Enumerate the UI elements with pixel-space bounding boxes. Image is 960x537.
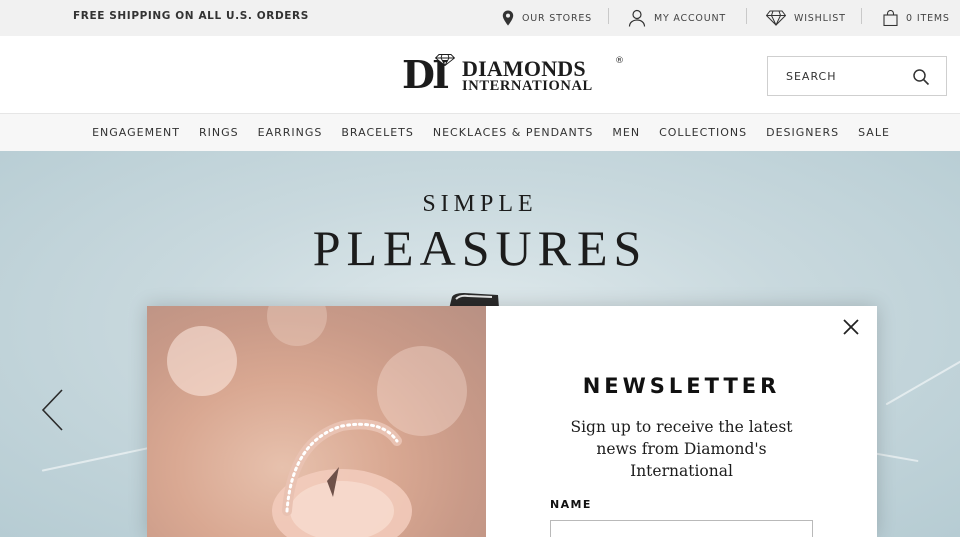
- search-input[interactable]: [768, 57, 908, 95]
- rose-gold-ring: [272, 419, 412, 537]
- diamonds-international-logo[interactable]: DI DIAMONDS INTERNATIONAL ®: [402, 54, 624, 97]
- diamond-icon: [766, 10, 786, 26]
- newsletter-title: NEWSLETTER: [582, 374, 781, 398]
- close-icon[interactable]: [842, 318, 860, 336]
- nav-designers[interactable]: DESIGNERS: [766, 126, 839, 139]
- user-icon: [628, 9, 646, 27]
- logo-word-diamonds: DIAMONDS: [462, 56, 586, 81]
- logo-diamond-icon: [435, 54, 455, 66]
- name-field-label: NAME: [550, 498, 592, 511]
- newsletter-modal: NEWSLETTER Sign up to receive the latest…: [147, 306, 877, 537]
- hero-title-line1: SIMPLE: [422, 191, 538, 217]
- divider: [746, 8, 747, 24]
- nav-earrings[interactable]: EARRINGS: [258, 126, 323, 139]
- nav-bracelets[interactable]: BRACELETS: [341, 126, 414, 139]
- modal-ring-photo: [147, 306, 486, 537]
- our-stores-label: OUR STORES: [522, 12, 592, 24]
- hero-title-line2: PLEASURES: [312, 220, 648, 276]
- nav-sale[interactable]: SALE: [858, 126, 890, 139]
- map-pin-icon: [502, 10, 514, 26]
- nav-engagement[interactable]: ENGAGEMENT: [92, 126, 180, 139]
- name-field[interactable]: [550, 520, 813, 537]
- cart-label: ITEMS: [916, 12, 950, 24]
- nav-necklaces-pendants[interactable]: NECKLACES & PENDANTS: [433, 126, 594, 139]
- search-icon[interactable]: [912, 68, 930, 86]
- utility-bar: FREE SHIPPING ON ALL U.S. ORDERS OUR STO…: [0, 0, 960, 36]
- my-account-link[interactable]: MY ACCOUNT: [628, 0, 726, 36]
- wishlist-link[interactable]: WISHLIST: [766, 0, 846, 36]
- logo-registered-mark: ®: [615, 56, 624, 66]
- chevron-left-icon[interactable]: [38, 387, 68, 433]
- search-box: [767, 56, 947, 96]
- nav-men[interactable]: MEN: [612, 126, 640, 139]
- divider: [861, 8, 862, 24]
- our-stores-link[interactable]: OUR STORES: [502, 0, 592, 36]
- site-header: DI DIAMONDS INTERNATIONAL ®: [0, 36, 960, 114]
- bokeh: [167, 326, 237, 396]
- bokeh: [267, 306, 327, 346]
- nav-collections[interactable]: COLLECTIONS: [659, 126, 747, 139]
- wishlist-label: WISHLIST: [794, 12, 846, 24]
- newsletter-description: Sign up to receive the latest news from …: [570, 418, 793, 480]
- hero-light-streak: [885, 358, 960, 406]
- free-shipping-banner: FREE SHIPPING ON ALL U.S. ORDERS: [73, 10, 309, 22]
- cart-count: 0: [906, 12, 913, 24]
- divider: [608, 8, 609, 24]
- shopping-bag-icon: [883, 10, 898, 26]
- my-account-label: MY ACCOUNT: [654, 12, 726, 24]
- logo-word-international: INTERNATIONAL: [462, 78, 593, 94]
- main-navigation: ENGAGEMENT RINGS EARRINGS BRACELETS NECK…: [0, 114, 960, 151]
- nav-rings[interactable]: RINGS: [199, 126, 239, 139]
- cart-link[interactable]: 0 ITEMS: [883, 0, 950, 36]
